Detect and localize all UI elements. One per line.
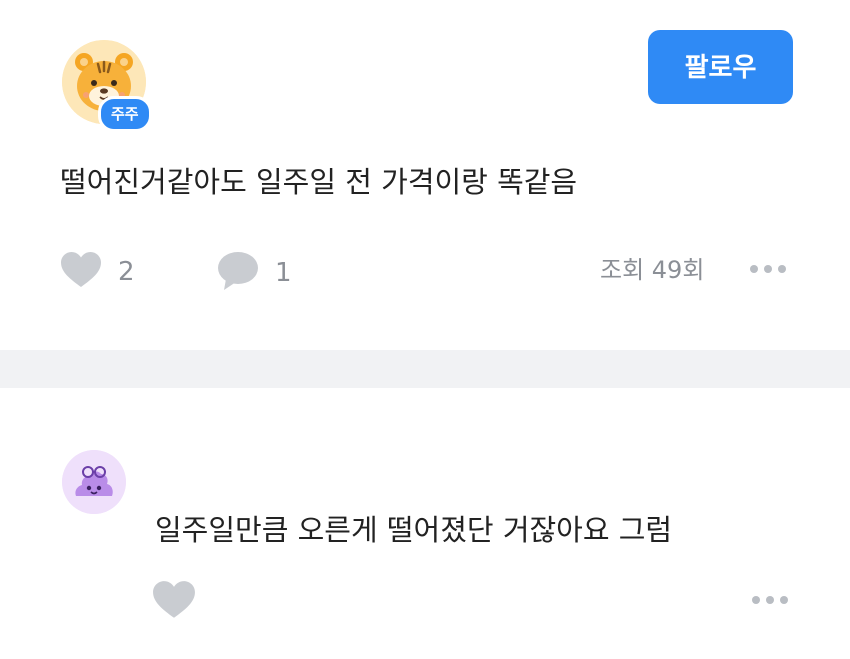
heart-icon — [152, 581, 196, 624]
comment-body-text: 일주일만큼 오른게 떨어졌단 거잖아요 그럼 — [155, 513, 673, 547]
heart-icon — [60, 251, 102, 293]
comment-like-button[interactable] — [152, 580, 196, 624]
post-card: 주주 팔로우 떨어진거같아도 일주일 전 가격이랑 똑같음 2 1 조회 49회 — [0, 0, 850, 350]
follow-button[interactable]: 팔로우 — [648, 30, 793, 104]
post-stats-row: 2 1 조회 49회 — [60, 245, 790, 295]
author-name-badge[interactable]: 주주 — [98, 96, 152, 132]
dot — [750, 265, 758, 273]
more-dots-icon[interactable] — [750, 259, 790, 279]
comment-button[interactable]: 1 — [217, 251, 292, 295]
view-count: 조회 49회 — [600, 256, 705, 284]
dot — [778, 265, 786, 273]
author-avatar[interactable]: 주주 — [60, 40, 160, 135]
section-divider — [0, 350, 850, 388]
like-count: 2 — [118, 257, 135, 287]
comment-count: 1 — [275, 258, 292, 288]
more-dots-icon[interactable] — [752, 594, 792, 606]
purple-blob-avatar-icon[interactable] — [62, 450, 126, 514]
speech-bubble-icon — [217, 251, 259, 295]
dot — [780, 596, 788, 604]
dot — [764, 265, 772, 273]
dot — [766, 596, 774, 604]
comment-item: 일주일만큼 오른게 떨어졌단 거잖아요 그럼 — [0, 388, 850, 659]
post-body-text: 떨어진거같아도 일주일 전 가격이랑 똑같음 — [60, 165, 578, 199]
like-button[interactable]: 2 — [60, 251, 135, 293]
dot — [752, 596, 760, 604]
